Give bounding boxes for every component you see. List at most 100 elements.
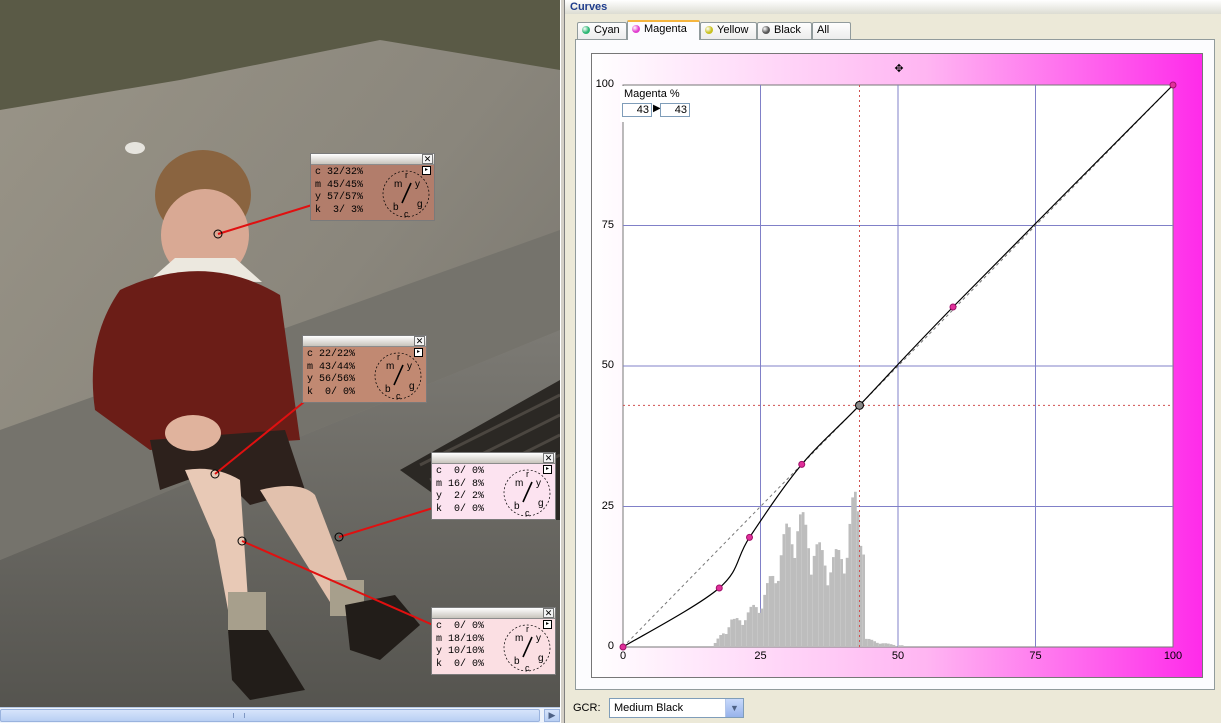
- gcr-label: GCR:: [573, 702, 601, 714]
- probe-window-3[interactable]: ✕ ▸ c 0/ 0% m 16/ 8% y 2/ 2% k 0/ 0% mry…: [431, 452, 556, 520]
- histogram-bar: [848, 523, 852, 647]
- histogram-bar: [843, 573, 846, 647]
- curve-control-point[interactable]: [746, 533, 753, 541]
- x-tick-label: 75: [1029, 650, 1042, 662]
- chevron-down-icon[interactable]: ▼: [725, 699, 743, 717]
- histogram-bar: [812, 555, 816, 647]
- svg-text:b: b: [514, 501, 520, 512]
- curve-graph[interactable]: ✥: [592, 54, 1202, 677]
- histogram-bar: [854, 491, 857, 647]
- tab-all[interactable]: All: [812, 22, 851, 39]
- tab-cyan[interactable]: Cyan: [577, 22, 627, 39]
- pointer-icon[interactable]: ✥: [894, 63, 903, 75]
- histogram-bar: [716, 638, 720, 647]
- svg-text:b: b: [385, 384, 391, 395]
- curve-control-point[interactable]: [855, 400, 864, 410]
- histogram-bar: [771, 575, 775, 647]
- svg-text:c: c: [525, 663, 530, 673]
- svg-text:y: y: [536, 633, 541, 644]
- probe-titlebar[interactable]: [303, 336, 426, 347]
- svg-text:m: m: [515, 478, 523, 489]
- tab-magenta[interactable]: Magenta: [627, 20, 700, 40]
- histogram-bar: [793, 557, 797, 647]
- close-icon[interactable]: ✕: [414, 336, 425, 346]
- svg-text:y: y: [415, 179, 420, 190]
- output-value-field[interactable]: 43: [660, 103, 690, 117]
- histogram-bar: [884, 643, 887, 647]
- probe-titlebar[interactable]: [311, 154, 434, 165]
- svg-text:m: m: [386, 361, 394, 372]
- histogram-bar: [829, 572, 832, 647]
- x-tick-label: 25: [754, 650, 767, 662]
- svg-text:g: g: [538, 653, 544, 664]
- histogram-bar: [744, 620, 747, 647]
- histogram-bar: [727, 627, 731, 647]
- svg-text:c: c: [525, 508, 530, 518]
- tab-black[interactable]: Black: [757, 22, 812, 39]
- scroll-right-icon[interactable]: ▶: [544, 709, 560, 722]
- histogram-bar: [790, 544, 794, 647]
- svg-text:r: r: [526, 624, 529, 634]
- histogram-bar: [870, 639, 874, 647]
- histogram-bar: [815, 544, 819, 647]
- scrollbar-thumb[interactable]: [0, 709, 540, 722]
- histogram-bar: [851, 497, 854, 647]
- histogram-bar: [766, 583, 769, 647]
- histogram-bar: [873, 641, 876, 647]
- x-tick-label: 0: [619, 650, 627, 662]
- probe-window-2[interactable]: ✕ ▸ c 22/22% m 43/44% y 56/56% k 0/ 0% m…: [302, 335, 427, 403]
- svg-text:b: b: [393, 202, 399, 213]
- curve-control-point[interactable]: [798, 460, 806, 468]
- tab-yellow[interactable]: Yellow: [700, 22, 757, 39]
- histogram-bar: [840, 559, 843, 647]
- tab-label: Magenta: [644, 23, 687, 35]
- curve-control-point[interactable]: [949, 303, 957, 311]
- gcr-select[interactable]: Medium Black ▼: [609, 698, 744, 718]
- curve-control-point[interactable]: [1169, 81, 1177, 89]
- photo-canvas[interactable]: [0, 0, 560, 707]
- svg-text:m: m: [515, 633, 523, 644]
- tab-label: All: [817, 24, 830, 36]
- histogram-bar: [887, 643, 890, 647]
- histogram-bar: [746, 612, 750, 647]
- histogram-bar: [752, 604, 755, 647]
- probe-titlebar[interactable]: [432, 608, 555, 619]
- histogram-bar: [862, 554, 865, 647]
- histogram-bar: [763, 594, 766, 647]
- histogram-bar: [878, 643, 882, 647]
- close-icon[interactable]: ✕: [543, 453, 554, 463]
- svg-text:g: g: [538, 498, 544, 509]
- x-tick-label: 50: [891, 650, 905, 662]
- color-wheel-icon: mrygcb: [374, 352, 422, 401]
- histogram-bar: [719, 635, 722, 647]
- histogram-bar: [796, 531, 799, 647]
- probe-titlebar[interactable]: [432, 453, 555, 464]
- curve-control-point[interactable]: [715, 584, 723, 592]
- svg-text:g: g: [417, 199, 423, 210]
- histogram-bar: [785, 523, 788, 647]
- histogram-bar: [865, 638, 868, 647]
- magenta-ink-icon: [632, 25, 640, 33]
- histogram-bar: [821, 550, 824, 647]
- probe-window-4[interactable]: ✕ ▸ c 0/ 0% m 18/10% y 10/10% k 0/ 0% mr…: [431, 607, 556, 675]
- histogram-bar: [810, 574, 813, 647]
- histogram-bar: [713, 642, 717, 647]
- close-icon[interactable]: ✕: [543, 608, 554, 618]
- probe-window-1[interactable]: ✕ ▸ c 32/32% m 45/45% y 57/57% k 3/ 3% m…: [310, 153, 435, 221]
- input-value-field[interactable]: 43: [622, 103, 652, 117]
- y-tick-label: 25: [601, 499, 614, 512]
- close-icon[interactable]: ✕: [422, 154, 433, 164]
- readout-label: Magenta %: [624, 88, 680, 100]
- histogram-bar: [757, 612, 761, 647]
- curve-editor[interactable]: ✥ 100 75 50 25 0 0 25 50 75 100: [591, 53, 1203, 678]
- histogram-bar: [807, 548, 810, 647]
- horizontal-scrollbar[interactable]: ▶: [0, 707, 560, 723]
- histogram-bar: [832, 557, 835, 647]
- svg-text:r: r: [397, 352, 400, 362]
- color-wheel-icon: mrygcb: [382, 170, 430, 219]
- histogram-bar: [749, 606, 753, 647]
- probe-values: c 22/22% m 43/44% y 56/56% k 0/ 0%: [307, 349, 356, 398]
- histogram-bar: [782, 534, 786, 647]
- probe-leaders: [210, 204, 434, 626]
- svg-text:y: y: [407, 361, 412, 372]
